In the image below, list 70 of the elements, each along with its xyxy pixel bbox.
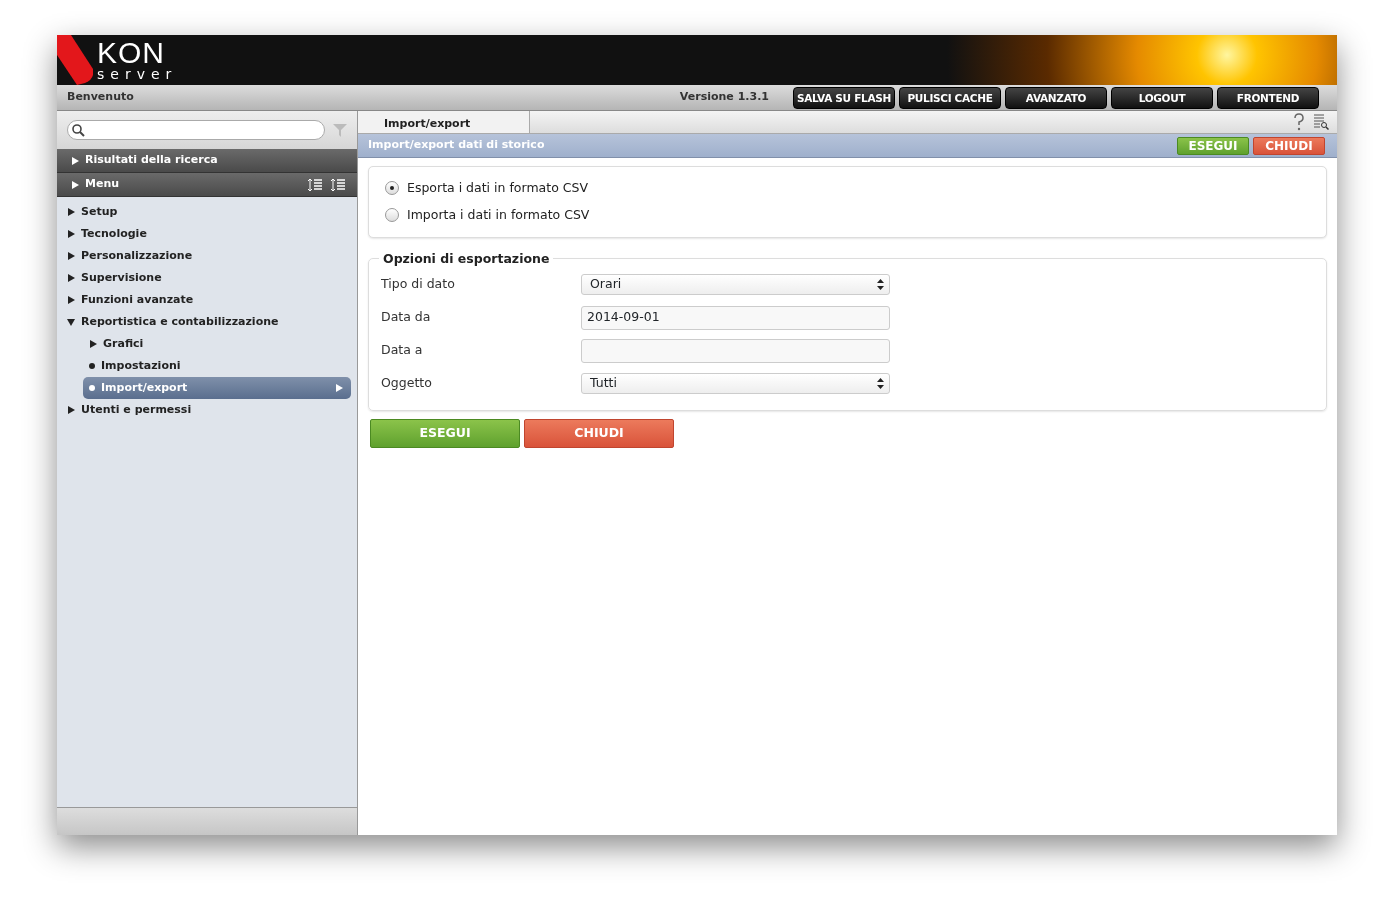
header-button[interactable]: PULISCI CACHE bbox=[899, 86, 1001, 109]
logo-icon bbox=[57, 35, 93, 85]
menu-label: Grafici bbox=[103, 335, 144, 352]
collapsed-triangle-icon bbox=[67, 274, 75, 282]
menu-label: Tecnologie bbox=[81, 225, 147, 242]
arrow-icon bbox=[335, 384, 343, 392]
collapsed-triangle-icon bbox=[71, 180, 79, 189]
input-field[interactable] bbox=[581, 338, 890, 363]
collapsed-triangle-icon bbox=[67, 252, 75, 260]
menu-label: Setup bbox=[81, 203, 118, 220]
menu-item[interactable]: Tecnologie bbox=[61, 223, 353, 245]
menu-item[interactable]: Grafici bbox=[83, 333, 353, 355]
menu-item[interactable]: Utenti e permessi bbox=[61, 399, 353, 421]
welcome-text: Benvenuto bbox=[67, 89, 134, 106]
dropdown-arrows-icon bbox=[877, 378, 884, 390]
section-title: Menu bbox=[85, 176, 120, 193]
menu-item[interactable]: Personalizzazione bbox=[61, 245, 353, 267]
menu-item[interactable]: Supervisione bbox=[61, 267, 353, 289]
collapsed-triangle-icon bbox=[67, 208, 75, 216]
logo-title: KON bbox=[97, 39, 166, 67]
tab[interactable]: Import/export bbox=[358, 111, 530, 133]
collapsed-triangle-icon bbox=[67, 230, 75, 238]
field-label: Data da bbox=[381, 308, 432, 327]
section-header[interactable]: Menu bbox=[57, 173, 357, 197]
panel-title: Import/export dati di storico bbox=[368, 137, 545, 154]
version-text: Versione 1.3.1 bbox=[679, 89, 769, 106]
section-title: Risultati della ricerca bbox=[85, 152, 218, 169]
logo-subtitle: server bbox=[97, 67, 178, 81]
bullet-icon bbox=[89, 385, 95, 391]
section-header[interactable]: Risultati della ricerca bbox=[57, 149, 357, 173]
menu-item[interactable]: Impostazioni bbox=[83, 355, 353, 377]
field-label: Tipo di dato bbox=[381, 275, 456, 294]
dropdown[interactable]: Tutti bbox=[581, 373, 890, 395]
bullet-icon bbox=[89, 363, 95, 369]
help-icon[interactable] bbox=[1293, 113, 1305, 131]
menu-label: Supervisione bbox=[81, 269, 162, 286]
field-label: Data a bbox=[381, 341, 424, 360]
radio-label: Esporta i dati in formato CSV bbox=[407, 179, 588, 197]
collapsed-triangle-icon bbox=[67, 296, 75, 304]
collapsed-triangle-icon bbox=[71, 156, 79, 165]
menu-item[interactable]: Funzioni avanzate bbox=[61, 289, 353, 311]
header-button[interactable]: AVANZATO bbox=[1005, 86, 1107, 109]
header-button[interactable]: SALVA SU FLASH bbox=[793, 86, 895, 109]
radio-button[interactable] bbox=[385, 208, 399, 223]
radio-button[interactable] bbox=[385, 181, 399, 196]
input-field[interactable]: 2014-09-01 bbox=[581, 305, 890, 330]
header-button[interactable]: FRONTEND bbox=[1217, 86, 1319, 109]
dropdown[interactable]: Orari bbox=[581, 274, 890, 296]
expanded-triangle-icon bbox=[67, 318, 75, 326]
menu-label: Import/export bbox=[101, 379, 188, 396]
expand-all-icon[interactable] bbox=[307, 177, 322, 192]
collapsed-triangle-icon bbox=[89, 340, 97, 348]
collapse-all-icon[interactable] bbox=[330, 177, 345, 192]
menu-label: Funzioni avanzate bbox=[81, 291, 194, 308]
dropdown-arrows-icon bbox=[877, 279, 884, 291]
fieldset-legend: Opzioni di esportazione bbox=[379, 249, 554, 269]
search-icon bbox=[72, 123, 85, 137]
menu-item[interactable]: Setup bbox=[61, 201, 353, 223]
header-button[interactable]: LOGOUT bbox=[1111, 86, 1213, 109]
menu-item[interactable]: Reportistica e contabilizzazione bbox=[61, 311, 353, 333]
menu-label: Impostazioni bbox=[101, 357, 181, 374]
log-search-icon[interactable] bbox=[1313, 114, 1329, 130]
menu-label: Reportistica e contabilizzazione bbox=[81, 313, 279, 330]
collapsed-triangle-icon bbox=[67, 406, 75, 414]
search-field[interactable] bbox=[67, 120, 325, 140]
radio-label: Importa i dati in formato CSV bbox=[407, 205, 590, 224]
field-label: Oggetto bbox=[381, 374, 433, 393]
menu-label: Personalizzazione bbox=[81, 247, 193, 264]
menu-item[interactable]: Import/export bbox=[83, 377, 351, 399]
menu-label: Utenti e permessi bbox=[81, 401, 192, 418]
